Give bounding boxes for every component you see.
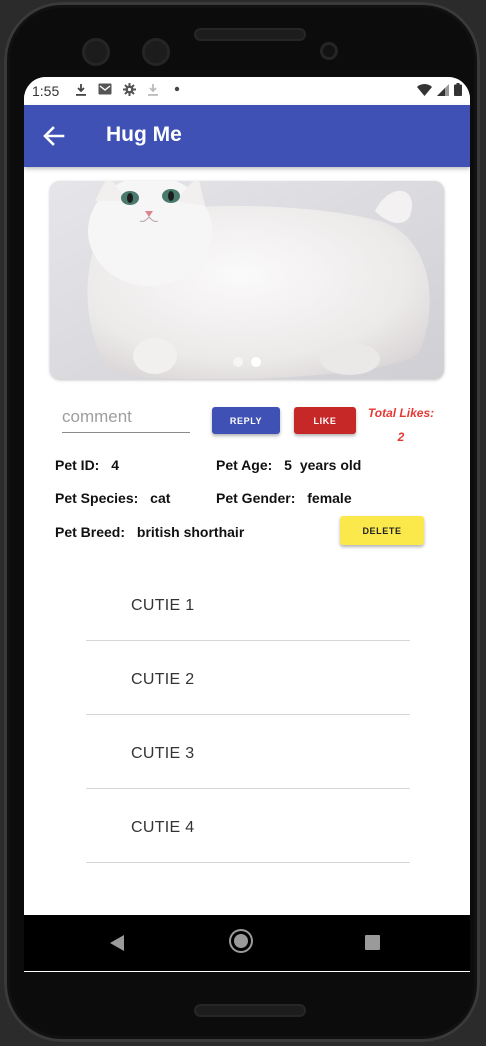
download-icon [74, 82, 88, 96]
pet-gender-value: female [307, 490, 352, 506]
notification-icons [74, 82, 184, 96]
back-arrow-icon[interactable] [40, 122, 68, 150]
pet-id-label: Pet ID: [55, 457, 100, 473]
list-item-label: CUTIE 4 [131, 819, 195, 836]
status-bar: 1:55 [24, 77, 470, 105]
settings-icon [122, 82, 136, 96]
bottom-speaker [194, 1004, 306, 1017]
pet-image-carousel[interactable] [50, 181, 444, 379]
list-item[interactable]: CUTIE 3 [86, 715, 410, 789]
proximity-sensor-icon [320, 42, 338, 60]
wifi-icon [417, 83, 432, 99]
dot-icon [170, 82, 184, 96]
battery-icon [454, 83, 462, 99]
list-item[interactable]: CUTIE 2 [86, 641, 410, 715]
pet-age-unit: years old [299, 457, 362, 473]
list-item-label: CUTIE 1 [131, 597, 195, 614]
pet-breed-value: british shorthair [136, 524, 245, 540]
pet-gender-row: Pet Gender: female [216, 490, 352, 506]
pet-id-row: Pet ID: 4 [55, 457, 119, 473]
reply-button[interactable]: REPLY [212, 407, 280, 434]
total-likes-count: 2 [397, 430, 405, 444]
like-button[interactable]: LIKE [294, 407, 356, 434]
total-likes-label: Total Likes: [367, 406, 435, 420]
nav-back-icon[interactable] [110, 935, 124, 951]
status-time: 1:55 [32, 83, 60, 99]
app-bar: Hug Me [24, 105, 470, 167]
list-item[interactable]: CUTIE 4 [86, 789, 410, 863]
pet-species-row: Pet Species: cat [55, 490, 170, 506]
app-title: Hug Me [106, 123, 182, 146]
carousel-dots [50, 357, 444, 367]
nav-recents-icon[interactable] [365, 935, 380, 950]
pet-species-label: Pet Species: [55, 490, 139, 506]
earpiece-speaker [194, 28, 306, 41]
pet-gender-label: Pet Gender: [216, 490, 296, 506]
front-camera-icon [82, 38, 110, 66]
front-sensor-icon [142, 38, 170, 66]
pet-breed-label: Pet Breed: [55, 524, 126, 540]
pet-id-value: 4 [111, 457, 120, 473]
cat-photo [50, 181, 444, 379]
carousel-dot-2[interactable] [251, 357, 261, 367]
comment-input[interactable] [62, 404, 190, 433]
system-status-icons [417, 83, 462, 99]
download-faded-icon [146, 82, 160, 96]
app-screen: 1:55 Hug Me comment REPLY LIKE Total Lik… [24, 77, 470, 972]
pet-age-value: 5 [284, 457, 292, 473]
delete-button[interactable]: DELETE [340, 516, 424, 545]
list-item-label: CUTIE 2 [131, 671, 195, 688]
pet-age-row: Pet Age: 5 years old [216, 457, 361, 473]
signal-icon [437, 83, 449, 99]
list-item-label: CUTIE 3 [131, 745, 195, 762]
pet-species-value: cat [150, 490, 171, 506]
cutie-list: CUTIE 1 CUTIE 2 CUTIE 3 CUTIE 4 [86, 567, 410, 863]
system-nav-bar [24, 915, 470, 971]
nav-home-icon[interactable] [234, 934, 248, 948]
pet-breed-row: Pet Breed: british shorthair [55, 524, 244, 540]
gmail-icon [98, 82, 112, 96]
list-item[interactable]: CUTIE 1 [86, 567, 410, 641]
carousel-dot-1[interactable] [233, 357, 243, 367]
pet-age-label: Pet Age: [216, 457, 273, 473]
